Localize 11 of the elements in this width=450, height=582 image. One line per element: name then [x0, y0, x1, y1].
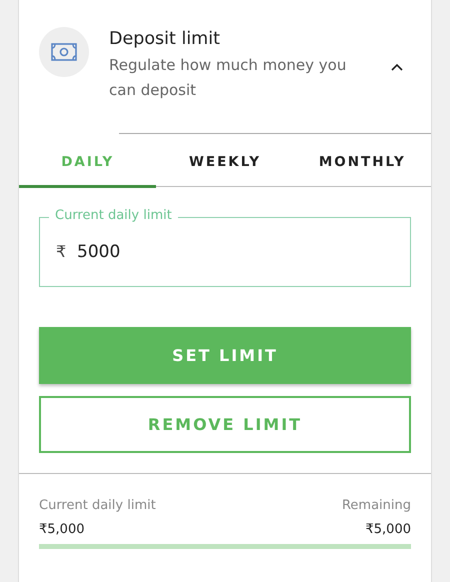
panel-subtitle: Regulate how much money you can deposit	[109, 55, 348, 101]
banknote-icon	[51, 43, 77, 61]
summary-value: ₹5,000	[39, 520, 84, 538]
currency-symbol: ₹	[56, 241, 66, 263]
panel-title: Deposit limit	[109, 28, 221, 51]
chevron-up-icon[interactable]	[391, 63, 403, 71]
summary-label: Remaining	[342, 497, 411, 515]
summary-value: ₹5,000	[366, 520, 411, 538]
summary-label: Current daily limit	[39, 497, 156, 515]
tab[interactable]: WEEKLY	[156, 134, 294, 188]
tab[interactable]: MONTHLY	[294, 134, 431, 188]
